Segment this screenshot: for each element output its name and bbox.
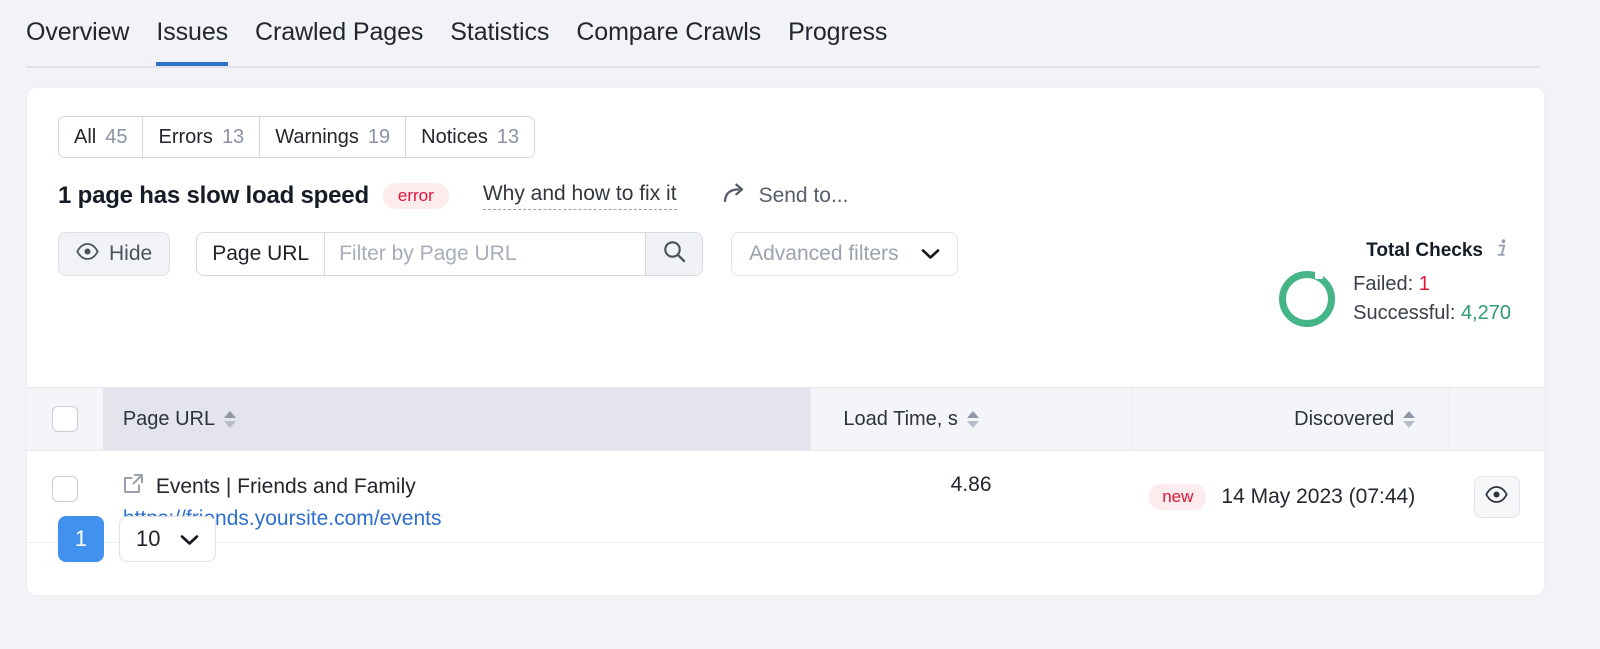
total-checks-title: Total Checks <box>1366 240 1483 261</box>
checks-failed-label: Failed: <box>1353 273 1414 295</box>
checks-failed-value: 1 <box>1418 273 1430 295</box>
hide-button[interactable]: Hide <box>58 232 171 276</box>
sort-icon-discovered[interactable] <box>1403 410 1416 428</box>
tab-crawled-pages[interactable]: Crawled Pages <box>255 0 423 65</box>
tab-progress[interactable]: Progress <box>788 0 887 65</box>
issues-card: All 45 Errors 13 Warnings 19 Notices 13 … <box>26 87 1545 596</box>
eye-icon <box>1485 485 1508 509</box>
checks-successful-label: Successful: <box>1353 302 1456 324</box>
total-checks-legend: Failed: 1 Successful: 4,270 <box>1353 270 1511 328</box>
segment-warnings-count: 19 <box>367 125 391 148</box>
column-header-actions <box>1449 388 1544 450</box>
page-url-filter-input[interactable] <box>325 233 646 275</box>
row-page-title: Events | Friends and Family <box>123 473 416 500</box>
chevron-down-icon <box>921 242 940 266</box>
segment-all[interactable]: All 45 <box>59 117 144 157</box>
page-url-filter-group: Page URL <box>196 232 704 276</box>
column-header-page-url-label: Page URL <box>122 407 216 430</box>
page-button-1[interactable]: 1 <box>58 516 104 562</box>
segment-warnings-label: Warnings <box>275 125 359 148</box>
segment-all-count: 45 <box>105 125 128 148</box>
main-tab-bar: Overview Issues Crawled Pages Statistics… <box>0 0 1600 68</box>
external-link-icon[interactable] <box>123 473 144 500</box>
column-header-load-time[interactable]: Load Time, s <box>810 388 1131 450</box>
column-header-page-url[interactable]: Page URL <box>102 388 811 450</box>
tab-issues[interactable]: Issues <box>156 0 228 66</box>
segment-errors-label: Errors <box>158 125 213 148</box>
tab-statistics[interactable]: Statistics <box>450 0 549 65</box>
page-size-dropdown[interactable]: 10 <box>119 516 217 562</box>
column-header-discovered-label: Discovered <box>1294 407 1395 430</box>
segment-all-label: All <box>74 125 97 148</box>
checks-successful-value: 4,270 <box>1460 302 1511 324</box>
row-actions-cell <box>1449 451 1544 542</box>
eye-icon <box>76 242 99 266</box>
table-row[interactable]: Events | Friends and Family https://frie… <box>27 451 1544 543</box>
share-arrow-icon <box>723 182 748 210</box>
hide-button-label: Hide <box>109 242 153 265</box>
segment-warnings[interactable]: Warnings 19 <box>260 117 407 157</box>
search-button[interactable] <box>645 233 703 275</box>
select-all-checkbox[interactable] <box>51 406 78 432</box>
issues-table: Page URL Load Time, s Discovered Events … <box>27 387 1544 543</box>
send-to-button[interactable]: Send to... <box>723 182 849 210</box>
tab-overview[interactable]: Overview <box>26 0 129 65</box>
search-icon <box>663 240 686 268</box>
pagination: 1 10 <box>58 516 217 562</box>
row-preview-button[interactable] <box>1473 475 1520 518</box>
total-checks-donut <box>1279 271 1336 327</box>
total-checks-header: Total Checks <box>1279 238 1511 264</box>
info-icon[interactable] <box>1494 238 1511 264</box>
row-page-title-text: Events | Friends and Family <box>155 474 416 498</box>
column-header-load-time-label: Load Time, s <box>843 407 958 430</box>
row-load-time: 4.86 <box>950 473 992 496</box>
issue-severity-badge: error <box>382 183 449 209</box>
issue-title: 1 page has slow load speed <box>58 182 369 209</box>
segment-errors[interactable]: Errors 13 <box>143 117 261 157</box>
row-discovered-date: 14 May 2023 (07:44) <box>1221 484 1416 508</box>
sort-icon-load-time[interactable] <box>966 410 979 428</box>
why-and-how-to-fix-link[interactable]: Why and how to fix it <box>482 182 677 210</box>
row-discovered-cell: new 14 May 2023 (07:44) <box>1132 451 1449 542</box>
column-header-discovered[interactable]: Discovered <box>1131 388 1449 450</box>
page-size-value: 10 <box>136 526 161 551</box>
segment-errors-count: 13 <box>221 125 245 148</box>
checks-failed-line: Failed: 1 <box>1353 270 1511 299</box>
tab-compare-crawls[interactable]: Compare Crawls <box>576 0 761 65</box>
total-checks-body: Failed: 1 Successful: 4,270 <box>1279 270 1511 328</box>
row-new-badge: new <box>1149 483 1207 510</box>
advanced-filters-label: Advanced filters <box>749 242 899 265</box>
row-checkbox[interactable] <box>51 476 78 502</box>
sort-icon-page-url[interactable] <box>224 410 237 428</box>
checks-successful-line: Successful: 4,270 <box>1353 299 1511 328</box>
issue-type-filter: All 45 Errors 13 Warnings 19 Notices 13 <box>58 116 536 158</box>
chevron-down-icon <box>180 526 199 552</box>
send-to-label: Send to... <box>758 184 849 207</box>
advanced-filters-dropdown[interactable]: Advanced filters <box>731 232 958 276</box>
filter-field-selector[interactable]: Page URL <box>197 233 326 275</box>
total-checks-widget: Total Checks Failed: 1 Successful: 4,270 <box>1279 238 1511 328</box>
segment-notices[interactable]: Notices 13 <box>406 117 535 157</box>
table-header-row: Page URL Load Time, s Discovered <box>27 387 1544 451</box>
segment-notices-label: Notices <box>421 125 488 148</box>
segment-notices-count: 13 <box>496 125 520 148</box>
issue-header: 1 page has slow load speed error Why and… <box>58 182 1544 210</box>
select-all-cell <box>27 388 103 450</box>
